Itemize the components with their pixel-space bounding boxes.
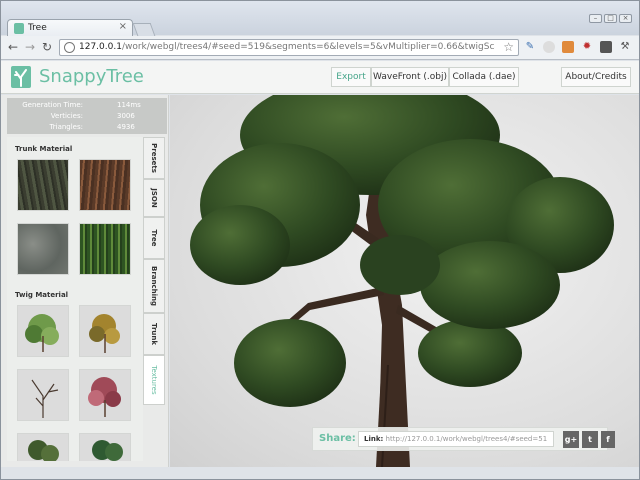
link-label: Link: [364, 435, 384, 443]
tree-render [190, 95, 614, 467]
share-bar: Share: Link: http://127.0.0.1/work/webgl… [312, 427, 615, 451]
minimize-button[interactable]: – [589, 14, 602, 23]
tab-label: Branching [150, 265, 158, 307]
address-bar[interactable]: 127.0.0.1/work/webgl/trees4/#seed=519&se… [59, 39, 519, 56]
app-header: SnappyTree Export WaveFront (.obj) Colla… [1, 61, 639, 94]
orange-extension-icon[interactable] [562, 41, 574, 53]
vertical-tabs: Presets JSON Tree Branching Trunk Textur… [143, 137, 165, 461]
back-arrow-icon[interactable]: ← [8, 41, 18, 53]
textures-panel: Trunk Material Twig Material [7, 137, 143, 461]
pencil-extension-icon[interactable]: ✎ [524, 41, 536, 53]
tab-label: JSON [150, 188, 158, 208]
window-extension-icon[interactable] [600, 41, 612, 53]
bug-extension-icon[interactable]: ✹ [581, 41, 593, 53]
close-tab-icon[interactable]: × [119, 21, 127, 32]
trunk-texture-bark-dark[interactable] [17, 159, 69, 211]
collada-export-button[interactable]: Collada (.dae) [449, 67, 519, 87]
browser-tab[interactable]: Tree × [7, 19, 133, 37]
stat-verticies: Verticies: 3006 [7, 112, 167, 123]
sidebar: Generation Time: 114ms Verticies: 3006 T… [1, 95, 169, 467]
twig-texture-green-leaves[interactable] [17, 305, 69, 357]
tree-favicon-icon [14, 23, 24, 34]
tab-json[interactable]: JSON [143, 179, 165, 217]
tab-tree[interactable]: Tree [143, 217, 165, 259]
stat-generation-time: Generation Time: 114ms [7, 101, 167, 112]
google-plus-icon[interactable]: g+ [563, 431, 579, 448]
3d-tree-viewport[interactable]: Share: Link: http://127.0.0.1/work/webgl… [170, 95, 639, 467]
wrench-icon[interactable]: ⚒ [619, 41, 631, 53]
tab-trunk[interactable]: Trunk [143, 313, 165, 355]
stat-value: 4936 [117, 123, 135, 131]
twig-texture-fern[interactable] [79, 433, 131, 461]
share-link-field[interactable]: Link: http://127.0.0.1/work/webgl/trees4… [358, 431, 554, 447]
tab-label: Trunk [150, 322, 158, 346]
browser-window: Tree × – □ × ← → ↻ 127.0.0.1/work/webgl/… [0, 0, 640, 480]
facebook-icon[interactable]: f [601, 431, 615, 448]
tab-presets[interactable]: Presets [143, 137, 165, 179]
settings-extension-icon[interactable] [543, 41, 555, 53]
link-value: http://127.0.0.1/work/webgl/trees4/#seed… [385, 435, 548, 443]
new-tab-button[interactable] [132, 23, 156, 36]
tab-branching[interactable]: Branching [143, 259, 165, 313]
twig-texture-shrub[interactable] [17, 433, 69, 461]
browser-toolbar: ← → ↻ 127.0.0.1/work/webgl/trees4/#seed=… [1, 36, 639, 60]
stat-value: 3006 [117, 112, 135, 120]
stats-panel: Generation Time: 114ms Verticies: 3006 T… [7, 98, 167, 134]
tab-label: Presets [150, 143, 158, 173]
trunk-texture-stone[interactable] [17, 223, 69, 275]
twig-texture-blossom[interactable] [79, 369, 131, 421]
snappytree-logo-icon [11, 66, 31, 88]
tab-bar: Tree × – □ × [1, 1, 639, 37]
twig-material-title: Twig Material [15, 291, 69, 299]
brand-name: SnappyTree [39, 66, 144, 87]
globe-icon [64, 42, 75, 53]
stat-label: Verticies: [50, 112, 83, 120]
trunk-texture-bark-brown[interactable] [79, 159, 131, 211]
tab-title: Tree [28, 23, 47, 33]
export-button[interactable]: Export [331, 67, 371, 87]
twitter-icon[interactable]: t [582, 431, 598, 448]
twig-texture-bare-branch[interactable] [17, 369, 69, 421]
reload-icon[interactable]: ↻ [42, 41, 52, 53]
stat-value: 114ms [117, 101, 141, 109]
stat-label: Generation Time: [22, 101, 83, 109]
maximize-button[interactable]: □ [604, 14, 617, 23]
trunk-texture-moss[interactable] [79, 223, 131, 275]
close-window-button[interactable]: × [619, 14, 632, 23]
forward-arrow-icon[interactable]: → [25, 41, 35, 53]
tab-label: Tree [150, 229, 158, 247]
share-label: Share: [319, 433, 356, 444]
bookmark-star-icon[interactable]: ☆ [503, 40, 514, 54]
url-host: 127.0.0.1 [79, 42, 122, 52]
tab-label: Textures [150, 365, 158, 395]
about-credits-button[interactable]: About/Credits [561, 67, 631, 87]
stat-label: Triangles: [49, 123, 84, 131]
trunk-material-title: Trunk Material [15, 145, 73, 153]
url-path: /work/webgl/trees4/#seed=519&segments=6&… [121, 42, 495, 52]
tab-textures[interactable]: Textures [143, 355, 165, 405]
stat-triangles: Triangles: 4936 [7, 123, 167, 134]
twig-texture-autumn-leaves[interactable] [79, 305, 131, 357]
url-text: 127.0.0.1/work/webgl/trees4/#seed=519&se… [79, 42, 495, 52]
wavefront-export-button[interactable]: WaveFront (.obj) [371, 67, 449, 87]
